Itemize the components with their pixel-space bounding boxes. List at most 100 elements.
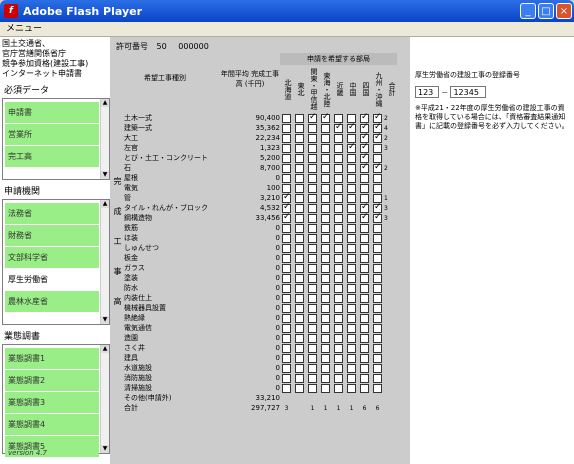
survey-item[interactable]: 業態調書1 bbox=[5, 348, 99, 369]
region-checkbox[interactable] bbox=[308, 243, 317, 253]
region-checkbox[interactable] bbox=[360, 273, 369, 283]
region-checkbox[interactable] bbox=[321, 273, 330, 283]
region-checkbox[interactable] bbox=[334, 343, 343, 353]
region-checkbox[interactable] bbox=[360, 383, 369, 393]
region-checkbox[interactable] bbox=[347, 213, 356, 223]
region-checkbox[interactable] bbox=[334, 153, 343, 163]
region-checkbox[interactable] bbox=[295, 353, 304, 363]
region-checkbox[interactable] bbox=[282, 353, 291, 363]
region-checkbox[interactable] bbox=[295, 153, 304, 163]
region-checkbox[interactable] bbox=[360, 253, 369, 263]
region-checkbox[interactable] bbox=[334, 253, 343, 263]
region-checkbox[interactable] bbox=[321, 143, 330, 153]
region-checkbox[interactable] bbox=[321, 293, 330, 303]
region-checkbox[interactable] bbox=[347, 323, 356, 333]
region-checkbox[interactable] bbox=[373, 233, 382, 243]
region-checkbox[interactable] bbox=[334, 373, 343, 383]
region-checkbox[interactable] bbox=[347, 253, 356, 263]
region-checkbox[interactable] bbox=[347, 373, 356, 383]
required-item[interactable]: 営業所 bbox=[5, 124, 99, 145]
region-checkbox[interactable] bbox=[295, 383, 304, 393]
region-checkbox[interactable] bbox=[321, 233, 330, 243]
scrollbar[interactable]: ▲ ▼ bbox=[100, 200, 109, 324]
region-checkbox[interactable] bbox=[282, 263, 291, 273]
region-checkbox[interactable] bbox=[308, 303, 317, 313]
region-checkbox[interactable] bbox=[373, 363, 382, 373]
region-checkbox[interactable] bbox=[360, 293, 369, 303]
region-checkbox[interactable] bbox=[373, 223, 382, 233]
region-checkbox[interactable] bbox=[373, 162, 382, 173]
region-checkbox[interactable] bbox=[308, 373, 317, 383]
region-checkbox[interactable] bbox=[282, 363, 291, 373]
region-checkbox[interactable] bbox=[282, 113, 291, 123]
region-checkbox[interactable] bbox=[373, 132, 382, 143]
region-checkbox[interactable] bbox=[308, 283, 317, 293]
region-checkbox[interactable] bbox=[321, 153, 330, 163]
region-checkbox[interactable] bbox=[360, 323, 369, 333]
region-checkbox[interactable] bbox=[334, 193, 343, 203]
region-checkbox[interactable] bbox=[360, 162, 369, 173]
region-checkbox[interactable] bbox=[360, 183, 369, 193]
region-checkbox[interactable] bbox=[321, 323, 330, 333]
region-checkbox[interactable] bbox=[347, 343, 356, 353]
region-checkbox[interactable] bbox=[321, 353, 330, 363]
minimize-button[interactable]: _ bbox=[520, 3, 536, 19]
region-checkbox[interactable] bbox=[295, 303, 304, 313]
region-checkbox[interactable] bbox=[295, 243, 304, 253]
region-checkbox[interactable] bbox=[360, 263, 369, 273]
region-checkbox[interactable] bbox=[321, 203, 330, 213]
region-checkbox[interactable] bbox=[321, 313, 330, 323]
region-checkbox[interactable] bbox=[347, 383, 356, 393]
region-checkbox[interactable] bbox=[334, 263, 343, 273]
region-checkbox[interactable] bbox=[347, 293, 356, 303]
region-checkbox[interactable] bbox=[308, 193, 317, 203]
agency-item[interactable]: 財務省 bbox=[5, 225, 99, 246]
region-checkbox[interactable] bbox=[360, 303, 369, 313]
region-checkbox[interactable] bbox=[308, 123, 317, 133]
region-checkbox[interactable] bbox=[308, 143, 317, 153]
region-checkbox[interactable] bbox=[321, 193, 330, 203]
region-checkbox[interactable] bbox=[308, 112, 317, 123]
region-checkbox[interactable] bbox=[295, 173, 304, 183]
region-checkbox[interactable] bbox=[373, 383, 382, 393]
region-checkbox[interactable] bbox=[373, 253, 382, 263]
region-checkbox[interactable] bbox=[321, 303, 330, 313]
region-checkbox[interactable] bbox=[282, 283, 291, 293]
region-checkbox[interactable] bbox=[295, 363, 304, 373]
region-checkbox[interactable] bbox=[334, 363, 343, 373]
region-checkbox[interactable] bbox=[308, 173, 317, 183]
region-checkbox[interactable] bbox=[295, 203, 304, 213]
region-checkbox[interactable] bbox=[295, 233, 304, 243]
survey-item[interactable]: 業態調書4 bbox=[5, 414, 99, 435]
agency-item[interactable]: 厚生労働省 bbox=[5, 269, 99, 290]
region-checkbox[interactable] bbox=[308, 343, 317, 353]
region-checkbox[interactable] bbox=[334, 163, 343, 173]
menu-item[interactable]: メニュー bbox=[6, 24, 42, 34]
region-checkbox[interactable] bbox=[360, 313, 369, 323]
region-checkbox[interactable] bbox=[321, 333, 330, 343]
region-checkbox[interactable] bbox=[347, 183, 356, 193]
region-checkbox[interactable] bbox=[308, 223, 317, 233]
region-checkbox[interactable] bbox=[282, 173, 291, 183]
region-checkbox[interactable] bbox=[308, 273, 317, 283]
region-checkbox[interactable] bbox=[347, 173, 356, 183]
permit-field-b[interactable]: 000000 bbox=[175, 42, 212, 51]
region-checkbox[interactable] bbox=[282, 133, 291, 143]
region-checkbox[interactable] bbox=[347, 122, 356, 133]
region-checkbox[interactable] bbox=[334, 173, 343, 183]
region-checkbox[interactable] bbox=[282, 212, 291, 223]
region-checkbox[interactable] bbox=[295, 213, 304, 223]
region-checkbox[interactable] bbox=[347, 203, 356, 213]
region-checkbox[interactable] bbox=[295, 323, 304, 333]
region-checkbox[interactable] bbox=[295, 283, 304, 293]
region-checkbox[interactable] bbox=[321, 283, 330, 293]
permit-field-a[interactable]: 50 bbox=[153, 42, 170, 51]
scrollbar[interactable]: ▲ ▼ bbox=[100, 345, 109, 453]
region-checkbox[interactable] bbox=[308, 323, 317, 333]
region-checkbox[interactable] bbox=[373, 173, 382, 183]
region-checkbox[interactable] bbox=[295, 113, 304, 123]
region-checkbox[interactable] bbox=[308, 363, 317, 373]
region-checkbox[interactable] bbox=[295, 293, 304, 303]
region-checkbox[interactable] bbox=[334, 233, 343, 243]
region-checkbox[interactable] bbox=[334, 293, 343, 303]
